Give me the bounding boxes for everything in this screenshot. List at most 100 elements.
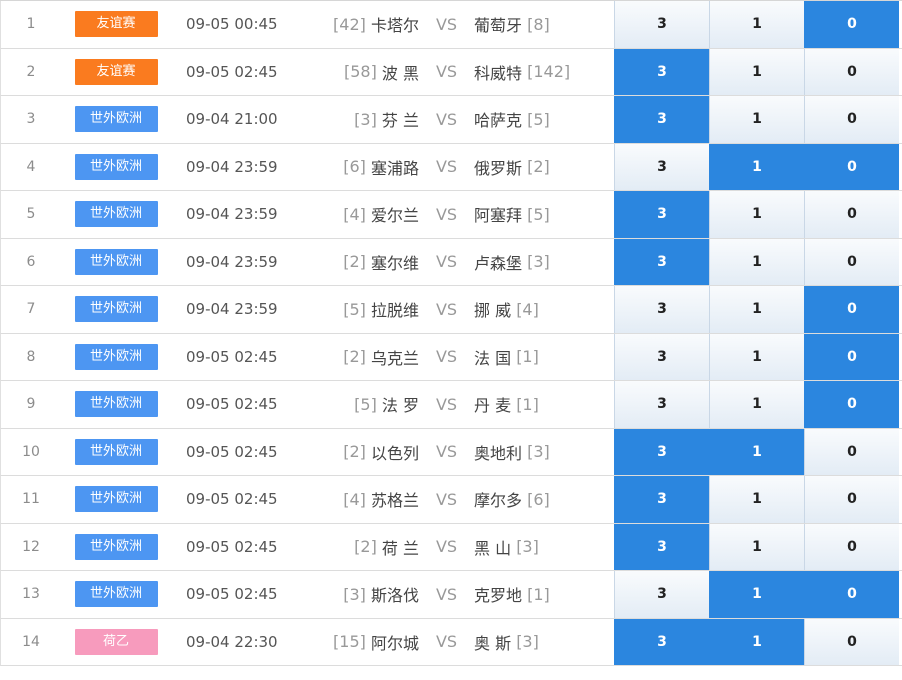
option-1-button[interactable]: 1	[709, 523, 804, 570]
away-team[interactable]: 法 国 [1]	[474, 334, 614, 381]
home-team[interactable]: [6] 塞浦路	[306, 144, 419, 191]
away-team[interactable]: 卢森堡 [3]	[474, 239, 614, 286]
option-1-button[interactable]: 1	[709, 191, 804, 238]
option-3-button[interactable]: 3	[614, 143, 709, 190]
option-3-button[interactable]: 3	[614, 333, 709, 380]
option-3-button[interactable]: 3	[614, 571, 709, 618]
home-team[interactable]: [5] 拉脱维	[306, 286, 419, 333]
option-1-button[interactable]: 1	[709, 618, 804, 665]
option-1-button[interactable]: 1	[709, 238, 804, 285]
option-1-button[interactable]: 1	[709, 381, 804, 428]
match-row: 2 友谊赛 09-05 02:45 [58] 波 黑 VS 科威特 [142] …	[0, 48, 902, 96]
league-badge[interactable]: 友谊赛	[74, 11, 158, 38]
option-0-button[interactable]: 0	[804, 96, 899, 143]
league-badge[interactable]: 世外欧洲	[74, 201, 158, 228]
option-3-button[interactable]: 3	[614, 428, 709, 475]
home-team[interactable]: [15] 阿尔城	[306, 619, 419, 666]
option-1-button[interactable]: 1	[709, 571, 804, 618]
away-team[interactable]: 黑 山 [3]	[474, 524, 614, 571]
option-1-button[interactable]: 1	[709, 1, 804, 48]
home-team[interactable]: [2] 乌克兰	[306, 334, 419, 381]
league-badge[interactable]: 世外欧洲	[74, 248, 158, 275]
away-rank: [3]	[516, 632, 539, 652]
option-3-button[interactable]: 3	[614, 48, 709, 95]
option-0-button[interactable]: 0	[804, 523, 899, 570]
option-3-button[interactable]: 3	[614, 381, 709, 428]
home-team-name: 拉脱维	[370, 301, 419, 321]
option-0-button[interactable]: 0	[804, 571, 899, 618]
option-3-button[interactable]: 3	[614, 523, 709, 570]
league-cell: 友谊赛	[61, 1, 171, 48]
home-team[interactable]: [58] 波 黑	[306, 49, 419, 96]
option-0-button[interactable]: 0	[804, 428, 899, 475]
league-badge[interactable]: 世外欧洲	[74, 486, 158, 513]
home-team[interactable]: [4] 爱尔兰	[306, 191, 419, 238]
away-team[interactable]: 哈萨克 [5]	[474, 96, 614, 143]
option-0-button[interactable]: 0	[804, 476, 899, 523]
away-team[interactable]: 摩尔多 [6]	[474, 476, 614, 523]
option-3-button[interactable]: 3	[614, 618, 709, 665]
option-0-button[interactable]: 0	[804, 238, 899, 285]
option-0-button[interactable]: 0	[804, 286, 899, 333]
league-badge[interactable]: 友谊赛	[74, 58, 158, 85]
away-team[interactable]: 奥地利 [3]	[474, 429, 614, 476]
vs-label: VS	[435, 489, 458, 509]
home-team[interactable]: [4] 苏格兰	[306, 476, 419, 523]
home-team[interactable]: [42] 卡塔尔	[306, 1, 419, 48]
match-time: 09-05 02:45	[186, 395, 278, 414]
home-team[interactable]: [3] 芬 兰	[306, 96, 419, 143]
option-1-button[interactable]: 1	[709, 286, 804, 333]
league-badge[interactable]: 世外欧洲	[74, 391, 158, 418]
away-team-name: 科威特	[474, 63, 523, 83]
away-team[interactable]: 丹 麦 [1]	[474, 381, 614, 428]
home-team-name: 塞浦路	[370, 158, 419, 178]
league-badge[interactable]: 荷乙	[74, 628, 158, 655]
option-0-button[interactable]: 0	[804, 618, 899, 665]
option-0-button[interactable]: 0	[804, 191, 899, 238]
option-1-button[interactable]: 1	[709, 333, 804, 380]
away-team[interactable]: 奥 斯 [3]	[474, 619, 614, 666]
option-3-button[interactable]: 3	[614, 1, 709, 48]
home-rank: [4]	[343, 204, 366, 224]
option-0-button[interactable]: 0	[804, 1, 899, 48]
option-3-button[interactable]: 3	[614, 238, 709, 285]
league-cell: 世外欧洲	[61, 381, 171, 428]
option-3-button[interactable]: 3	[614, 96, 709, 143]
away-team[interactable]: 克罗地 [1]	[474, 571, 614, 618]
option-1-button[interactable]: 1	[709, 476, 804, 523]
option-0-button[interactable]: 0	[804, 381, 899, 428]
option-1-button[interactable]: 1	[709, 428, 804, 475]
option-3-button[interactable]: 3	[614, 191, 709, 238]
away-team[interactable]: 阿塞拜 [5]	[474, 191, 614, 238]
home-team[interactable]: [3] 斯洛伐	[306, 571, 419, 618]
league-badge[interactable]: 世外欧洲	[74, 438, 158, 465]
home-team[interactable]: [2] 以色列	[306, 429, 419, 476]
home-team-name: 法 罗	[381, 396, 419, 416]
home-team[interactable]: [2] 塞尔维	[306, 239, 419, 286]
option-3-button[interactable]: 3	[614, 286, 709, 333]
option-1-button[interactable]: 1	[709, 48, 804, 95]
home-rank: [3]	[343, 584, 366, 604]
away-rank: [1]	[516, 347, 539, 367]
match-number: 9	[26, 396, 36, 413]
league-badge[interactable]: 世外欧洲	[74, 581, 158, 608]
option-0-button[interactable]: 0	[804, 143, 899, 190]
option-0-button[interactable]: 0	[804, 333, 899, 380]
home-team[interactable]: [2] 荷 兰	[306, 524, 419, 571]
option-1-button[interactable]: 1	[709, 96, 804, 143]
home-team[interactable]: [5] 法 罗	[306, 381, 419, 428]
league-badge[interactable]: 世外欧洲	[74, 533, 158, 560]
match-number: 13	[22, 586, 40, 603]
option-3-button[interactable]: 3	[614, 476, 709, 523]
league-badge[interactable]: 世外欧洲	[74, 296, 158, 323]
league-badge[interactable]: 世外欧洲	[74, 106, 158, 133]
away-team-name: 奥 斯	[474, 633, 512, 653]
league-badge[interactable]: 世外欧洲	[74, 343, 158, 370]
option-1-button[interactable]: 1	[709, 143, 804, 190]
away-team[interactable]: 葡萄牙 [8]	[474, 1, 614, 48]
option-0-button[interactable]: 0	[804, 48, 899, 95]
away-team[interactable]: 挪 威 [4]	[474, 286, 614, 333]
league-badge[interactable]: 世外欧洲	[74, 153, 158, 180]
away-team[interactable]: 俄罗斯 [2]	[474, 144, 614, 191]
away-team[interactable]: 科威特 [142]	[474, 49, 614, 96]
